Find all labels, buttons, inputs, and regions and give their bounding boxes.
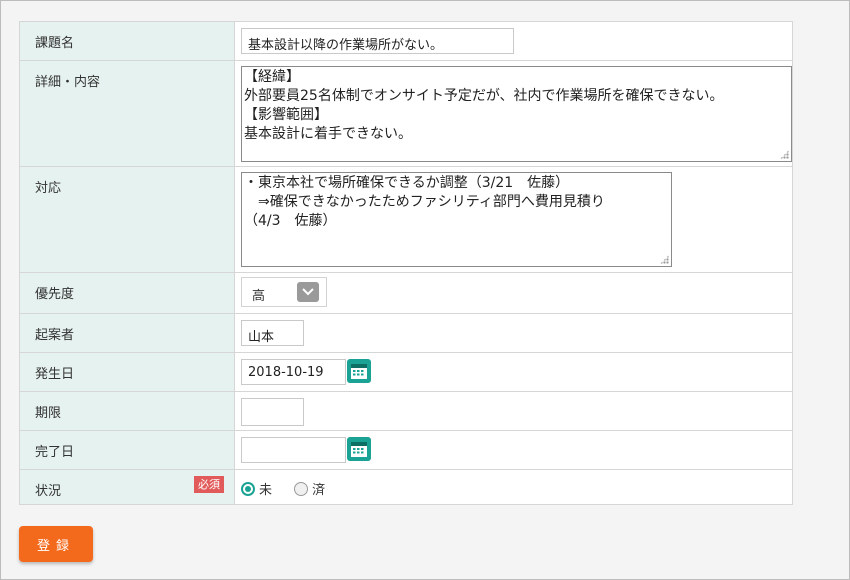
label-proposer: 起案者 xyxy=(19,313,235,353)
status-radio-pending[interactable]: 未 xyxy=(241,479,272,498)
label-status: 状況 xyxy=(35,484,62,499)
priority-select[interactable]: 高 xyxy=(241,277,327,307)
detail-textarea[interactable]: 【経緯】 外部要員25名体制でオンサイト予定だが、社内で作業場所を確保できない。… xyxy=(241,66,792,162)
label-detail: 詳細・内容 xyxy=(19,60,235,167)
label-priority: 優先度 xyxy=(19,272,235,314)
status-option-label: 済 xyxy=(312,483,326,498)
resize-grip-icon[interactable] xyxy=(780,150,789,159)
response-textarea[interactable]: ・東京本社で場所確保できるか調整（3/21 佐藤） ⇒確保できなかったためファシ… xyxy=(241,172,672,267)
title-input[interactable]: 基本設計以降の作業場所がない。 xyxy=(241,28,514,54)
label-completed: 完了日 xyxy=(19,430,235,470)
completed-date-input[interactable] xyxy=(241,437,346,463)
label-occurred: 発生日 xyxy=(19,352,235,392)
label-status-cell: 状況 必須 xyxy=(19,469,235,505)
status-option-label: 未 xyxy=(259,483,273,498)
response-text: ・東京本社で場所確保できるか調整（3/21 佐藤） ⇒確保できなかったためファシ… xyxy=(244,175,605,229)
label-deadline: 期限 xyxy=(19,391,235,431)
status-radio-done[interactable]: 済 xyxy=(294,479,325,498)
chevron-down-icon[interactable] xyxy=(297,282,319,302)
occurred-date-input[interactable]: 2018-10-19 xyxy=(241,359,346,385)
register-button[interactable]: 登録 xyxy=(19,526,93,562)
deadline-input[interactable] xyxy=(241,398,304,426)
detail-text: 【経緯】 外部要員25名体制でオンサイト予定だが、社内で作業場所を確保できない。… xyxy=(244,69,724,142)
calendar-icon[interactable] xyxy=(347,437,371,461)
label-response: 対応 xyxy=(19,166,235,273)
priority-value: 高 xyxy=(252,289,266,304)
proposer-input[interactable]: 山本 xyxy=(241,320,304,346)
required-badge: 必須 xyxy=(194,476,224,493)
calendar-icon[interactable] xyxy=(347,359,371,383)
resize-grip-icon[interactable] xyxy=(660,255,669,264)
radio-selected-icon[interactable] xyxy=(241,481,255,496)
label-title: 課題名 xyxy=(19,21,235,61)
issue-form-table: 課題名 基本設計以降の作業場所がない。 詳細・内容 【経緯】 外部要員25名体制… xyxy=(19,21,793,505)
radio-unselected-icon[interactable] xyxy=(294,481,309,496)
